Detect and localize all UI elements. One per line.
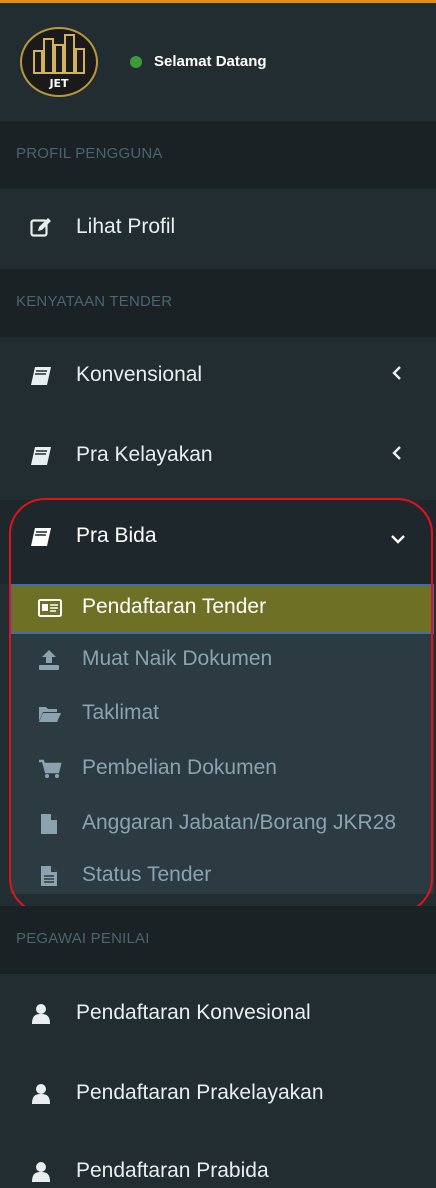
file-text-icon [41,866,57,886]
submenu-item-pembelian-dokumen[interactable]: Pembelian Dokumen [10,745,434,795]
menu-item-label: Pendaftaran Konvesional [76,1001,311,1024]
upload-icon [39,650,59,670]
submenu-item-pendaftaran-tender[interactable]: Pendaftaran Tender [10,584,434,634]
submenu-item-label: Muat Naik Dokumen [82,647,273,670]
user-icon [32,1162,50,1182]
menu-item-label: Pendaftaran Prakelayakan [76,1081,324,1104]
submenu-item-label: Pendaftaran Tender [82,595,267,618]
submenu-item-label: Anggaran Jabatan/Borang JKR28 [82,811,397,834]
menu-item-label: Konvensional [76,363,203,386]
sidebar: JET Selamat Datang PROFIL PENGGUNA Lihat… [0,0,436,1188]
menu-item-pendaftaran-konvesional[interactable]: Pendaftaran Konvesional [0,975,436,1055]
book-icon [31,447,51,465]
user-status: Selamat Datang [130,53,267,70]
menu-item-lihat-profil[interactable]: Lihat Profil [0,189,436,269]
section-header-evaluator: PEGAWAI PENILAI [0,906,436,974]
pra-bida-submenu: Pendaftaran Tender Muat Naik Dokumen Tak… [10,584,434,894]
menu-item-pendaftaran-prakelayakan[interactable]: Pendaftaran Prakelayakan [0,1055,436,1135]
file-icon [41,814,57,834]
menu-item-konvensional[interactable]: Konvensional [0,337,436,417]
chevron-left-icon[interactable] [392,365,402,381]
section-header-tender: KENYATAAN TENDER [0,269,436,337]
submenu-item-anggaran-jabatan[interactable]: Anggaran Jabatan/Borang JKR28 [10,800,434,850]
menu-item-pra-bida[interactable]: Pra Bida [0,500,436,584]
app-logo[interactable]: JET [20,27,98,97]
submenu-item-label: Taklimat [82,701,160,724]
submenu-item-muat-naik-dokumen[interactable]: Muat Naik Dokumen [10,636,434,686]
menu-item-label: Lihat Profil [76,215,176,238]
section-header-label: PEGAWAI PENILAI [16,930,150,947]
submenu-item-label: Pembelian Dokumen [82,756,277,779]
menu-item-label: Pra Bida [76,524,157,547]
submenu-item-status-tender[interactable]: Status Tender [10,852,434,902]
chevron-down-icon[interactable] [390,534,406,544]
menu-item-pra-kelayakan[interactable]: Pra Kelayakan [0,417,436,497]
id-card-icon [38,599,62,617]
submenu-item-taklimat[interactable]: Taklimat [10,690,434,740]
edit-icon [30,218,51,237]
section-header-profile: PROFIL PENGGUNA [0,121,436,189]
logo-text: JET [48,77,69,90]
chevron-left-icon[interactable] [392,445,402,461]
folder-open-icon [39,707,61,722]
menu-item-label: Pra Kelayakan [76,443,213,466]
user-panel: JET Selamat Datang [0,3,436,121]
submenu-item-label: Status Tender [82,863,212,886]
menu-item-label: Pendaftaran Prabida [76,1159,269,1182]
book-icon [31,367,51,385]
cart-icon [39,759,62,778]
book-icon [31,528,51,546]
menu-item-pendaftaran-prabida[interactable]: Pendaftaran Prabida [0,1135,436,1188]
welcome-text: Selamat Datang [154,53,267,70]
user-icon [32,1084,50,1104]
user-icon [32,1004,50,1024]
section-header-label: PROFIL PENGGUNA [16,145,163,162]
section-header-label: KENYATAAN TENDER [16,293,173,310]
online-status-icon [130,55,142,68]
